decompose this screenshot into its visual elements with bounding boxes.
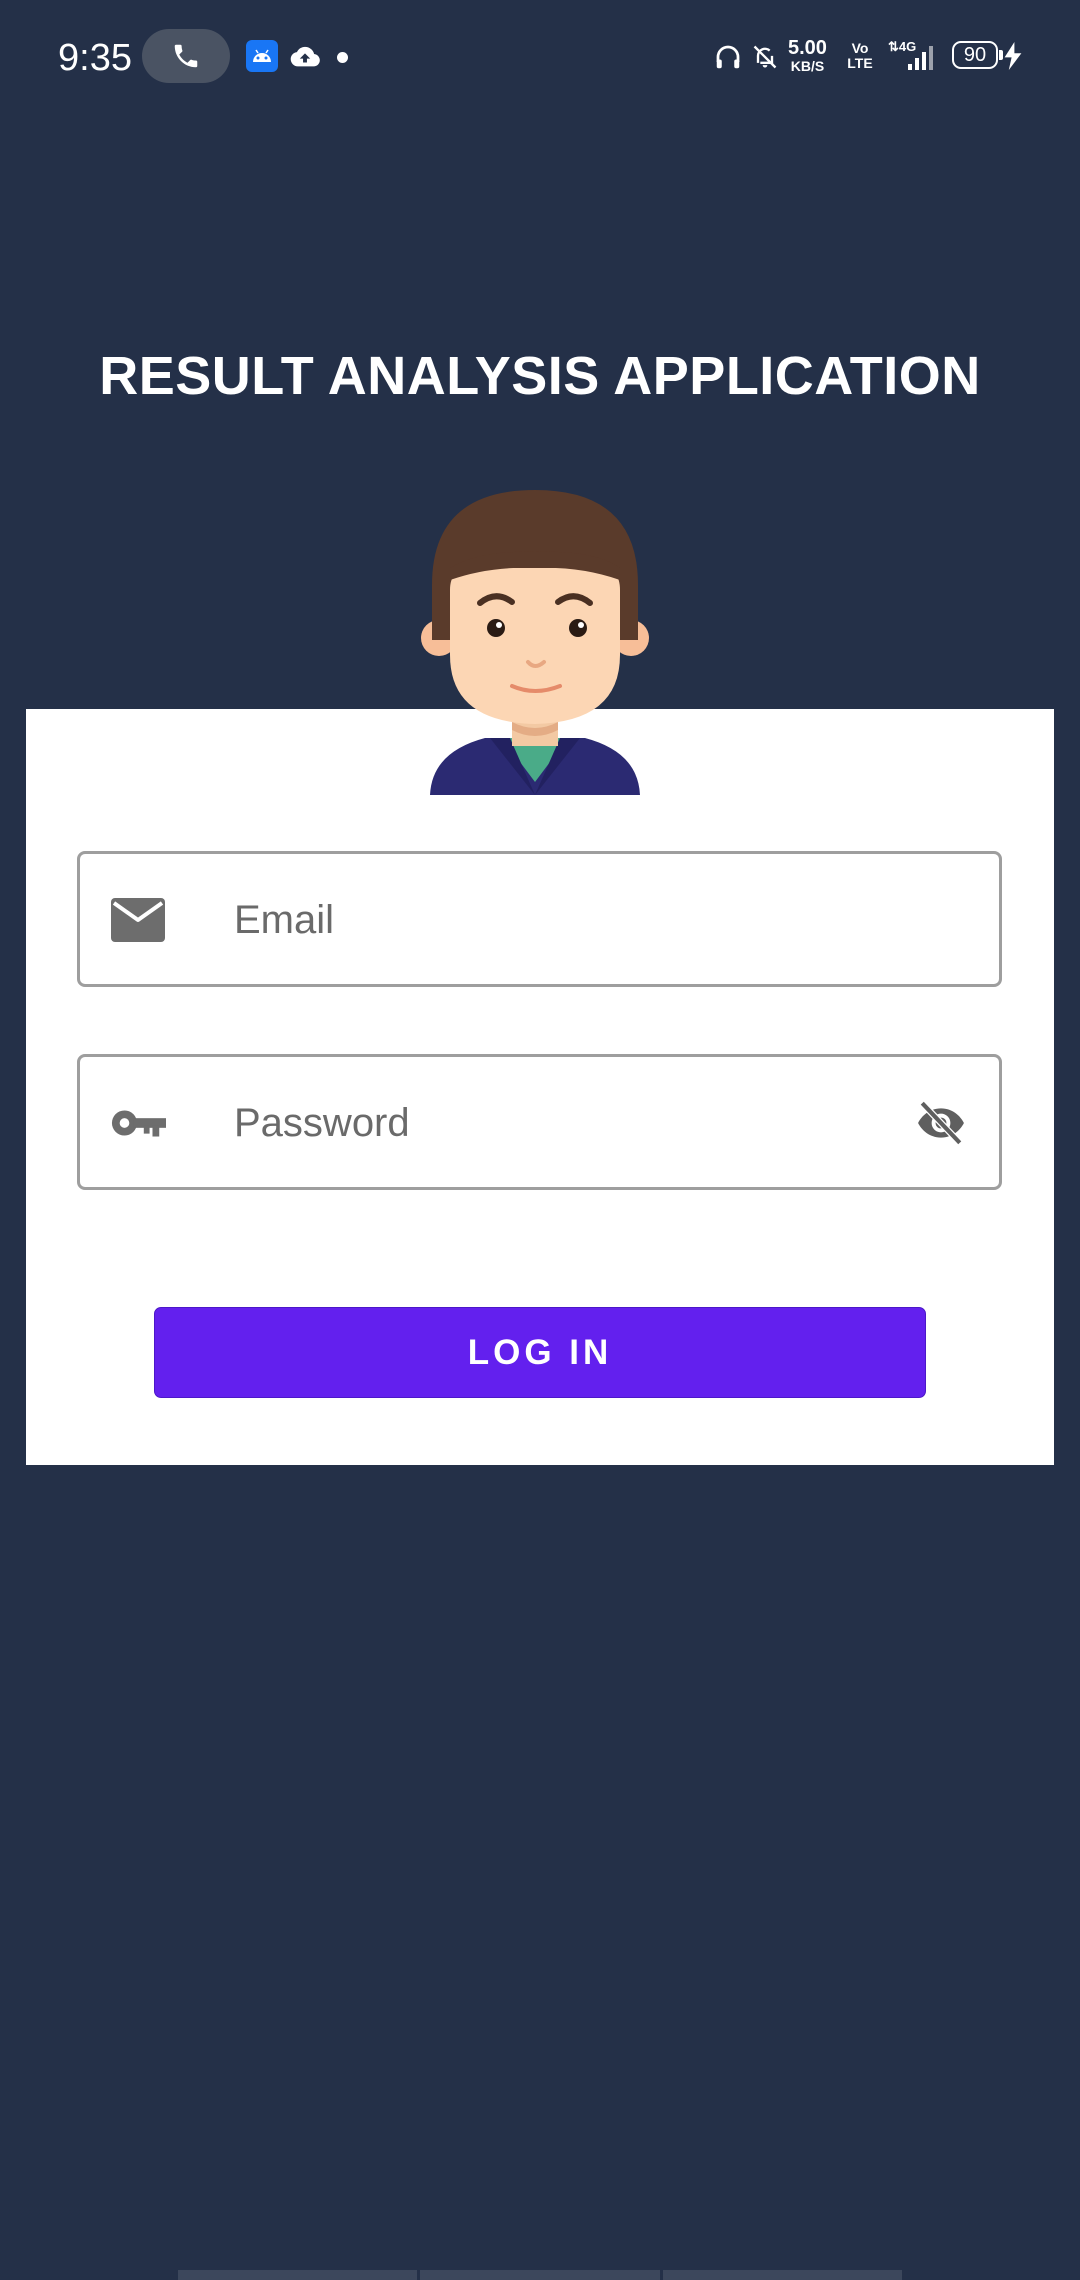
headset-icon [713,42,743,72]
phone-icon [174,44,198,68]
volte-indicator: Vo LTE [847,40,873,71]
email-field[interactable] [77,851,1002,987]
battery-indicator: 90 [952,41,998,69]
key-icon [110,1099,166,1147]
app-notification-icon [246,40,278,72]
ongoing-call-chip[interactable] [142,29,230,83]
charging-icon [1004,42,1022,70]
bell-off-icon [751,42,779,72]
login-button[interactable]: LOG IN [154,1307,926,1398]
status-time: 9:35 [58,37,132,79]
nav-segment [420,2270,660,2280]
network-speed-unit: KB/S [790,58,825,74]
status-bar: 9:35 5.00 KB/S Vo LTE ⇅4G 90 [0,0,1080,116]
nav-segment [178,2270,418,2280]
eye-off-icon[interactable] [911,1095,971,1151]
user-avatar-icon [421,490,649,795]
network-speed-value: 5.00 [788,37,827,59]
password-input[interactable] [232,1057,876,1189]
navigation-handle[interactable] [178,2270,902,2280]
cloud-upload-icon [289,43,321,69]
password-field[interactable] [77,1054,1002,1190]
envelope-icon [110,896,166,944]
signal-type: ⇅4G [888,39,916,54]
battery-level: 90 [963,44,987,66]
network-speed: 5.00 KB/S [788,38,827,74]
more-notifications-dot [337,52,348,63]
app-title: RESULT ANALYSIS APPLICATION [99,346,981,406]
signal-icon: ⇅4G [888,38,934,72]
nav-segment [662,2270,902,2280]
email-input[interactable] [232,854,876,986]
battery-tip [999,50,1003,60]
